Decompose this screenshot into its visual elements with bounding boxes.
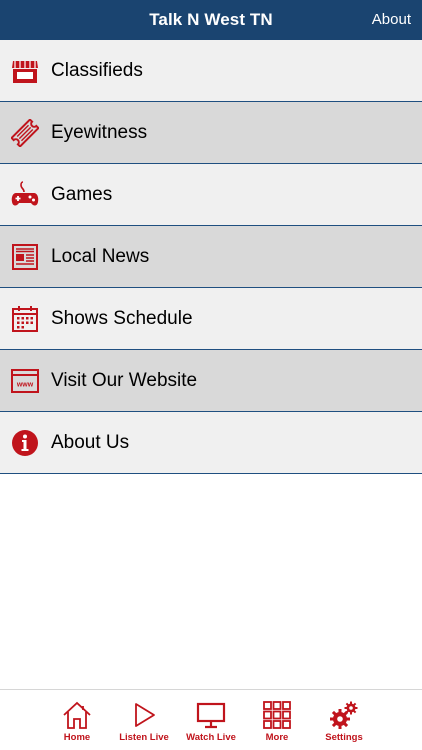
tab-label: Watch Live bbox=[186, 732, 236, 743]
menu-item-about-us[interactable]: About Us bbox=[0, 412, 422, 474]
browser-www-icon: www bbox=[11, 369, 39, 393]
navigation-bar: Talk N West TN About bbox=[0, 0, 422, 40]
store-icon bbox=[12, 61, 38, 83]
tab-bar: Home Listen Live Watch Live More Setting… bbox=[0, 689, 422, 750]
gamepad-icon bbox=[11, 181, 39, 206]
menu-item-label: Shows Schedule bbox=[51, 308, 193, 329]
tab-listen-live[interactable]: Listen Live bbox=[111, 690, 177, 750]
tab-label: Listen Live bbox=[119, 732, 169, 743]
calendar-icon bbox=[12, 306, 38, 332]
menu-item-label: Classifieds bbox=[51, 60, 143, 81]
www-icon-text: www bbox=[16, 382, 34, 389]
menu-item-classifieds[interactable]: Classifieds bbox=[0, 40, 422, 102]
menu-item-shows-schedule[interactable]: Shows Schedule bbox=[0, 288, 422, 350]
home-icon bbox=[63, 701, 91, 729]
play-icon bbox=[135, 703, 155, 727]
info-icon bbox=[12, 430, 38, 456]
grid-icon bbox=[263, 701, 291, 729]
menu-item-label: Eyewitness bbox=[51, 122, 148, 143]
menu-item-eyewitness[interactable]: Eyewitness bbox=[0, 102, 422, 164]
newspaper-icon bbox=[12, 244, 38, 270]
tab-label: Settings bbox=[325, 732, 363, 743]
gears-icon bbox=[330, 701, 358, 729]
main-menu: Classifieds Eyewitness Games Local News bbox=[0, 40, 422, 474]
tab-home[interactable]: Home bbox=[44, 690, 110, 750]
ticket-icon bbox=[11, 119, 39, 147]
menu-item-label: Visit Our Website bbox=[51, 370, 198, 391]
tv-icon bbox=[196, 702, 226, 729]
tab-label: Home bbox=[63, 732, 91, 743]
tab-settings[interactable]: Settings bbox=[311, 690, 377, 750]
page-title: Talk N West TN bbox=[149, 10, 273, 29]
menu-item-label: Local News bbox=[51, 246, 150, 267]
menu-item-games[interactable]: Games bbox=[0, 164, 422, 226]
menu-item-label: Games bbox=[51, 184, 113, 205]
menu-item-local-news[interactable]: Local News bbox=[0, 226, 422, 288]
tab-label: More bbox=[265, 732, 289, 743]
tab-watch-live[interactable]: Watch Live bbox=[178, 690, 244, 750]
tab-more[interactable]: More bbox=[244, 690, 310, 750]
about-button[interactable]: About bbox=[372, 0, 411, 40]
menu-item-label: About Us bbox=[51, 432, 130, 453]
menu-item-visit-website[interactable]: www Visit Our Website bbox=[0, 350, 422, 412]
